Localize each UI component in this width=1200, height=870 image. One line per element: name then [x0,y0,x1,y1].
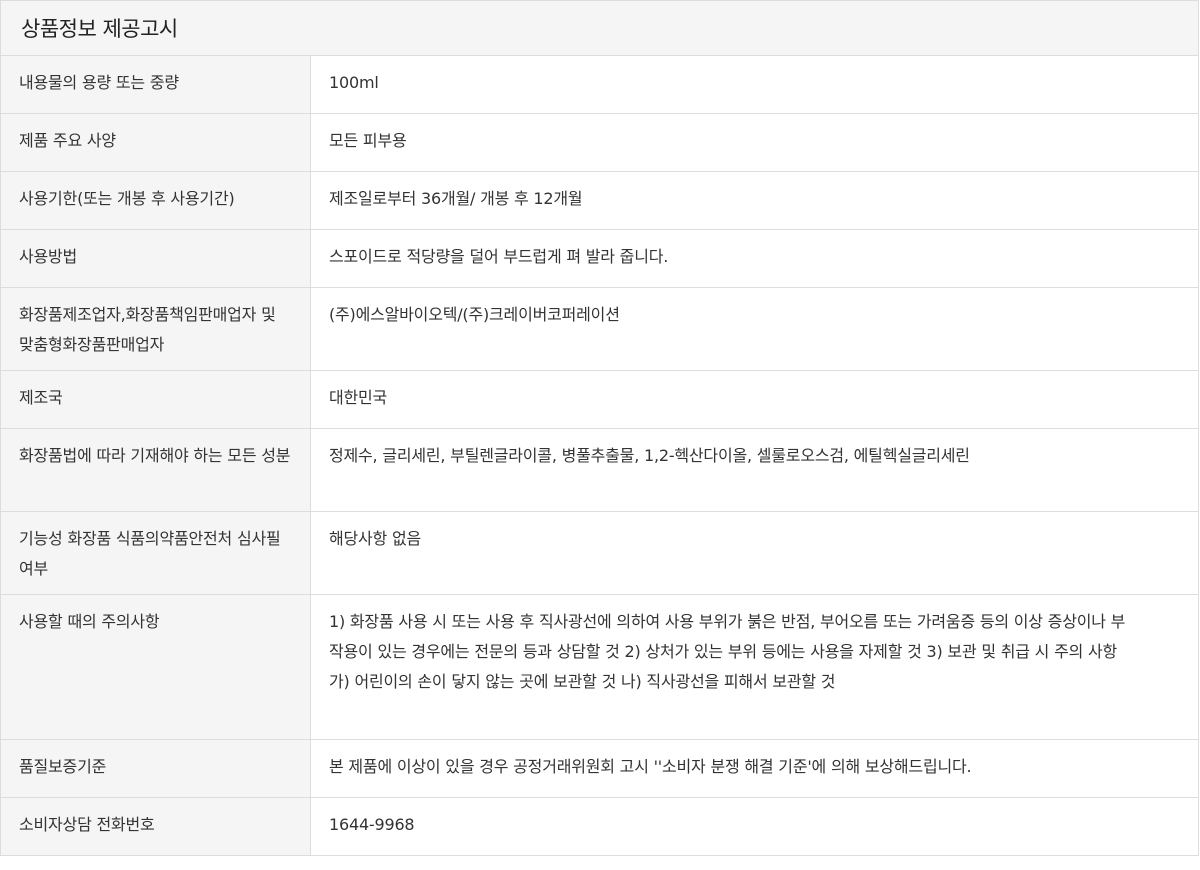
row-label: 내용물의 용량 또는 중량 [1,56,311,113]
table-row: 화장품제조업자,화장품책임판매업자 및 맞춤형화장품판매업자 (주)에스알바이오… [1,288,1198,371]
row-value: 스포이드로 적당량을 덜어 부드럽게 펴 발라 줍니다. [329,247,669,266]
row-label: 화장품제조업자,화장품책임판매업자 및 맞춤형화장품판매업자 [1,288,311,370]
row-label: 기능성 화장품 식품의약품안전처 심사필 여부 [1,512,311,594]
table-row: 사용기한(또는 개봉 후 사용기간) 제조일로부터 36개월/ 개봉 후 12개… [1,172,1198,230]
table-row: 기능성 화장품 식품의약품안전처 심사필 여부 해당사항 없음 [1,512,1198,595]
row-label: 화장품법에 따라 기재해야 하는 모든 성분 [1,429,311,511]
row-label: 소비자상담 전화번호 [1,798,311,855]
page-title: 상품정보 제공고시 [21,17,178,41]
row-value: 정제수, 글리세린, 부틸렌글라이콜, 병풀추출물, 1,2-헥산다이올, 셀룰… [329,446,970,465]
table-row: 화장품법에 따라 기재해야 하는 모든 성분 정제수, 글리세린, 부틸렌글라이… [1,429,1198,512]
table-row: 제조국 대한민국 [1,371,1198,429]
table-row: 사용할 때의 주의사항 1) 화장품 사용 시 또는 사용 후 직사광선에 의하… [1,595,1198,740]
row-label: 품질보증기준 [1,740,311,797]
row-value: 해당사항 없음 [329,529,422,548]
table-header: 상품정보 제공고시 [1,1,1198,56]
row-label: 사용기한(또는 개봉 후 사용기간) [1,172,311,229]
table-row: 품질보증기준 본 제품에 이상이 있을 경우 공정거래위원회 고시 ''소비자 … [1,740,1198,798]
row-value: (주)에스알바이오텍/(주)크레이버코퍼레이션 [329,305,620,324]
row-label: 제조국 [1,371,311,428]
row-value: 본 제품에 이상이 있을 경우 공정거래위원회 고시 ''소비자 분쟁 해결 기… [329,757,972,776]
row-label: 제품 주요 사양 [1,114,311,171]
product-info-table: 상품정보 제공고시 내용물의 용량 또는 중량 100ml 제품 주요 사양 모… [0,0,1199,856]
row-value: 1644-9968 [329,815,415,834]
row-value: 모든 피부용 [329,131,407,150]
row-value: 100ml [329,73,379,92]
row-label: 사용할 때의 주의사항 [1,595,311,739]
row-value: 제조일로부터 36개월/ 개봉 후 12개월 [329,189,583,208]
row-value: 1) 화장품 사용 시 또는 사용 후 직사광선에 의하여 사용 부위가 붉은 … [329,612,1126,691]
table-row: 소비자상담 전화번호 1644-9968 [1,798,1198,856]
table-row: 사용방법 스포이드로 적당량을 덜어 부드럽게 펴 발라 줍니다. [1,230,1198,288]
row-label: 사용방법 [1,230,311,287]
table-row: 제품 주요 사양 모든 피부용 [1,114,1198,172]
row-value: 대한민국 [329,388,388,407]
table-row: 내용물의 용량 또는 중량 100ml [1,56,1198,114]
